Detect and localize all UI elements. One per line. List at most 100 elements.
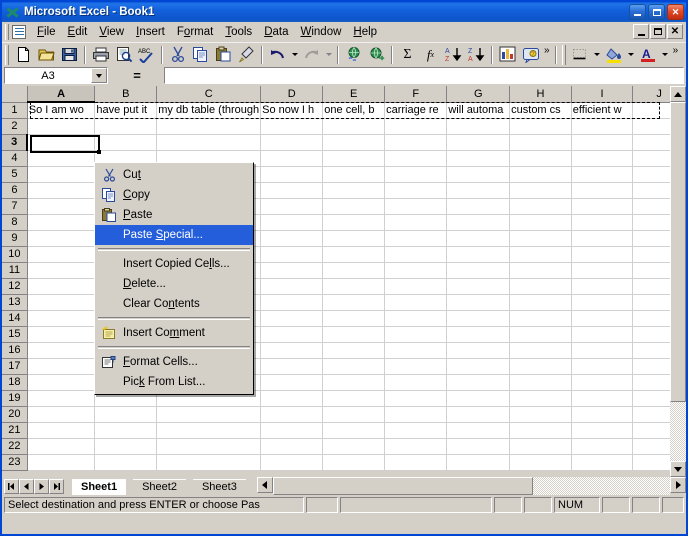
standard-toolbar-overflow-icon[interactable]: » [542,46,552,56]
column-header-C[interactable]: C [156,86,262,103]
row-header-8[interactable]: 8 [2,214,28,231]
cell-D14[interactable] [260,310,324,327]
autosum-icon[interactable]: Σ [396,44,419,66]
cell-G5[interactable] [446,166,511,183]
cell-C20[interactable] [156,406,262,423]
cell-H17[interactable] [509,358,572,375]
column-header-G[interactable]: G [446,86,511,103]
cell-A3[interactable] [27,134,96,151]
cell-G17[interactable] [446,358,511,375]
cell-I2[interactable] [571,118,634,135]
cell-H22[interactable] [509,438,572,455]
cell-G3[interactable] [446,134,511,151]
cell-D19[interactable] [260,390,324,407]
row-header-4[interactable]: 4 [2,150,28,167]
menu-insert[interactable]: Insert [130,24,171,40]
cell-D18[interactable] [260,374,324,391]
cell-D2[interactable] [260,118,324,135]
cell-A11[interactable] [27,262,96,279]
cell-B21[interactable] [94,422,158,439]
cell-I16[interactable] [571,342,634,359]
undo-icon[interactable] [266,44,289,66]
cell-D16[interactable] [260,342,324,359]
cell-D1[interactable]: So now I h [260,102,324,119]
horizontal-scroll-thumb[interactable] [272,477,533,495]
cell-E18[interactable] [322,374,386,391]
cell-G2[interactable] [446,118,511,135]
web-toolbar-icon[interactable] [365,44,388,66]
context-menu-item-paste-special[interactable]: Paste Special... [95,225,253,245]
cell-I6[interactable] [571,182,634,199]
cell-F12[interactable] [384,278,448,295]
cell-F1[interactable]: carriage re [384,102,448,119]
row-header-23[interactable]: 23 [2,454,28,471]
cell-G14[interactable] [446,310,511,327]
font-color-dropdown-arrow[interactable] [660,44,671,66]
menu-view[interactable]: View [93,24,130,40]
cell-G11[interactable] [446,262,511,279]
cell-I17[interactable] [571,358,634,375]
cell-F4[interactable] [384,150,448,167]
menu-data[interactable]: Data [258,24,294,40]
cell-F13[interactable] [384,294,448,311]
minimize-button[interactable] [629,4,646,20]
scroll-right-button[interactable] [670,477,686,493]
cell-B2[interactable] [94,118,158,135]
row-header-13[interactable]: 13 [2,294,28,311]
cell-A9[interactable] [27,230,96,247]
mdi-close-button[interactable]: ✕ [667,24,683,39]
cell-D7[interactable] [260,198,324,215]
cell-I5[interactable] [571,166,634,183]
cell-G16[interactable] [446,342,511,359]
cell-F10[interactable] [384,246,448,263]
open-icon[interactable] [35,44,58,66]
paste-icon[interactable] [212,44,235,66]
cell-F17[interactable] [384,358,448,375]
cell-D8[interactable] [260,214,324,231]
cell-A5[interactable] [27,166,96,183]
column-header-H[interactable]: H [509,86,572,103]
cell-H4[interactable] [509,150,572,167]
edit-formula-button[interactable]: = [110,67,164,84]
horizontal-scroll-track[interactable] [532,477,670,495]
cell-A19[interactable] [27,390,96,407]
context-menu-item-insert-copied-cells[interactable]: Insert Copied Cells... [95,254,253,274]
cell-E19[interactable] [322,390,386,407]
spelling-icon[interactable]: ABC [135,44,158,66]
print-icon[interactable] [89,44,112,66]
sort-descending-icon[interactable]: ZA [465,44,488,66]
column-header-I[interactable]: I [571,86,634,103]
cell-H7[interactable] [509,198,572,215]
cell-F2[interactable] [384,118,448,135]
cell-F9[interactable] [384,230,448,247]
nav-prev-sheet-button[interactable] [19,479,34,494]
close-button[interactable]: ✕ [667,4,684,20]
column-header-F[interactable]: F [384,86,448,103]
sheet-tab-sheet1[interactable]: Sheet1 [72,479,127,495]
cell-F18[interactable] [384,374,448,391]
cell-G8[interactable] [446,214,511,231]
mdi-minimize-button[interactable] [633,24,649,39]
cell-D15[interactable] [260,326,324,343]
cell-E15[interactable] [322,326,386,343]
cell-E21[interactable] [322,422,386,439]
cell-E4[interactable] [322,150,386,167]
cell-D22[interactable] [260,438,324,455]
cell-A23[interactable] [27,454,96,471]
chart-wizard-icon[interactable] [496,44,519,66]
cell-D21[interactable] [260,422,324,439]
cell-F22[interactable] [384,438,448,455]
cell-H2[interactable] [509,118,572,135]
new-icon[interactable] [12,44,35,66]
cell-D13[interactable] [260,294,324,311]
cell-F23[interactable] [384,454,448,471]
cell-D6[interactable] [260,182,324,199]
cell-F8[interactable] [384,214,448,231]
cell-A1[interactable]: So I am wo [27,102,96,119]
cell-G15[interactable] [446,326,511,343]
cell-H11[interactable] [509,262,572,279]
cut-icon[interactable] [166,44,189,66]
cell-F5[interactable] [384,166,448,183]
cell-F3[interactable] [384,134,448,151]
cell-H20[interactable] [509,406,572,423]
